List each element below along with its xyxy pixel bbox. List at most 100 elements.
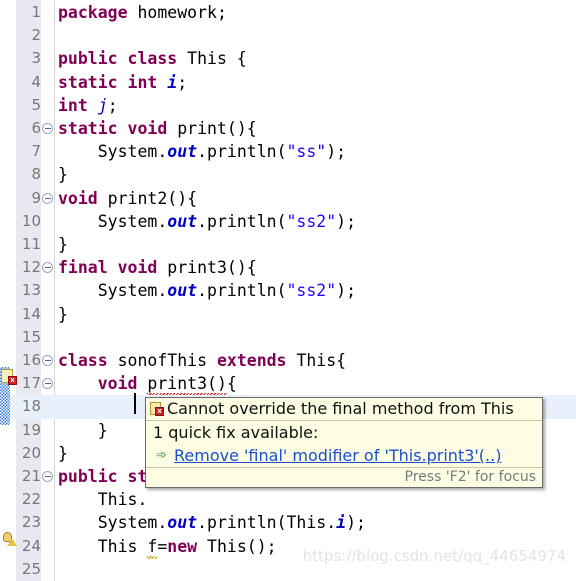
fold-collapse-icon[interactable] — [42, 471, 53, 482]
code-token: This. — [58, 490, 148, 510]
code-line-7[interactable]: 7 System.out.println("ss"); — [0, 140, 576, 163]
code-text: } — [58, 419, 108, 442]
code-line-4[interactable]: 4 static int i; — [0, 71, 576, 94]
code-line-16[interactable]: 16 class sonofThis extends This{ — [0, 349, 576, 372]
code-token: ); — [346, 513, 366, 533]
code-token: ); — [326, 142, 347, 162]
code-token: System. — [58, 513, 168, 533]
code-token: "ss2" — [286, 281, 337, 301]
code-token: = — [157, 536, 168, 556]
error-marker-icon[interactable]: x — [1, 369, 17, 385]
code-token: } — [58, 165, 68, 185]
warning-bulb-icon[interactable] — [1, 531, 17, 546]
code-token: print3() — [147, 372, 228, 397]
code-token: f — [147, 535, 157, 560]
line-number: 24 — [21, 536, 41, 555]
code-text: } — [58, 303, 68, 326]
java-source-editor[interactable]: 1 package homework; 2 3 public class This {4… — [0, 0, 576, 581]
code-text: int j; — [58, 94, 118, 117]
quick-fix-link[interactable]: Remove 'final' modifier of 'This.print3'… — [174, 446, 501, 465]
code-token: void — [97, 374, 148, 394]
fold-collapse-icon[interactable] — [42, 192, 53, 204]
code-token: ); — [336, 211, 357, 231]
line-number: 17 — [21, 374, 41, 393]
code-token: out — [167, 281, 198, 301]
line-number: 12 — [21, 258, 41, 277]
code-line-13[interactable]: 13 System.out.println("ss2"); — [0, 279, 576, 302]
line-number: 22 — [21, 490, 41, 509]
code-token: class — [58, 351, 118, 370]
code-token: { — [226, 374, 237, 394]
code-token: print(){ — [177, 119, 257, 138]
code-text: static int i; — [58, 71, 187, 94]
code-token: package — [58, 3, 138, 22]
line-number: 4 — [31, 72, 41, 91]
code-line-23[interactable]: 23 System.out.println(This.i); — [0, 511, 576, 534]
line-number: 14 — [21, 304, 41, 323]
code-token: } — [58, 304, 68, 324]
line-number: 6 — [31, 119, 41, 137]
code-line-15[interactable]: 15 — [0, 326, 576, 349]
code-token: new — [167, 536, 208, 556]
error-badge: x — [155, 407, 164, 416]
code-text: } — [58, 442, 68, 465]
code-text: System.out.println("ss"); — [58, 140, 346, 163]
line-number: 11 — [21, 235, 41, 253]
code-text: This f=new This(); — [58, 535, 277, 560]
code-token: This(); — [207, 536, 277, 556]
line-number: 5 — [31, 95, 41, 114]
code-line-12[interactable]: 12 final void print3(){ — [0, 256, 576, 279]
code-line-11[interactable]: 11} — [0, 233, 576, 256]
text-caret — [134, 393, 136, 414]
code-token: } — [58, 420, 108, 440]
code-line-14[interactable]: 14} — [0, 303, 576, 326]
code-token: System. — [58, 281, 168, 301]
fold-collapse-icon[interactable] — [42, 123, 53, 134]
code-token: print3(){ — [167, 258, 257, 278]
code-token: int — [58, 95, 98, 115]
line-number: 19 — [21, 420, 41, 439]
code-token: ; — [177, 72, 188, 92]
code-token: System. — [58, 211, 168, 231]
code-line-17[interactable]: 17 void print3(){ — [0, 372, 576, 397]
quick-fix-row[interactable]: ➾ Remove 'final' modifier of 'This.print… — [146, 445, 542, 467]
code-token: final void — [58, 258, 168, 278]
code-token: } — [58, 235, 68, 254]
code-token: homework; — [137, 3, 227, 22]
line-number: 10 — [21, 211, 41, 230]
problem-hover-tooltip[interactable]: x Cannot override the final method from … — [145, 397, 543, 488]
code-token: sonofThis — [117, 351, 217, 370]
code-line-6[interactable]: 6 static void print(){ — [0, 117, 576, 140]
code-line-9[interactable]: 9 void print2(){ — [0, 187, 576, 210]
fold-collapse-icon[interactable] — [42, 262, 53, 274]
code-token: .println( — [197, 281, 287, 301]
code-line-1[interactable]: 1 package homework; — [0, 1, 576, 24]
code-token: "ss2" — [286, 211, 337, 231]
code-token: .println(This. — [197, 513, 337, 533]
code-line-2[interactable]: 2 — [0, 24, 576, 47]
code-line-22[interactable]: 22 This. — [0, 488, 576, 511]
code-text: } — [58, 233, 68, 256]
line-number: 23 — [21, 513, 41, 532]
line-number: 8 — [31, 165, 41, 184]
fold-collapse-icon[interactable] — [42, 355, 53, 366]
line-number: 7 — [31, 142, 41, 161]
code-token: .println( — [197, 142, 287, 162]
code-line-8[interactable]: 8} — [0, 163, 576, 186]
fold-collapse-icon[interactable] — [42, 378, 53, 390]
code-token: static void — [58, 119, 178, 138]
code-line-3[interactable]: 3 public class This { — [0, 47, 576, 70]
code-text: void print2(){ — [58, 187, 197, 210]
warning-triangle-shape — [7, 538, 17, 546]
code-token: System. — [58, 142, 168, 162]
code-token: This — [58, 536, 148, 556]
code-text: public st — [58, 465, 147, 488]
code-text: } — [58, 163, 68, 186]
line-number: 1 — [31, 3, 41, 21]
code-token: print2(){ — [107, 188, 198, 208]
line-number: 18 — [21, 397, 41, 416]
code-text: This. — [58, 488, 148, 511]
code-line-10[interactable]: 10 System.out.println("ss2"); — [0, 210, 576, 233]
code-line-5[interactable]: 5 int j; — [0, 94, 576, 117]
